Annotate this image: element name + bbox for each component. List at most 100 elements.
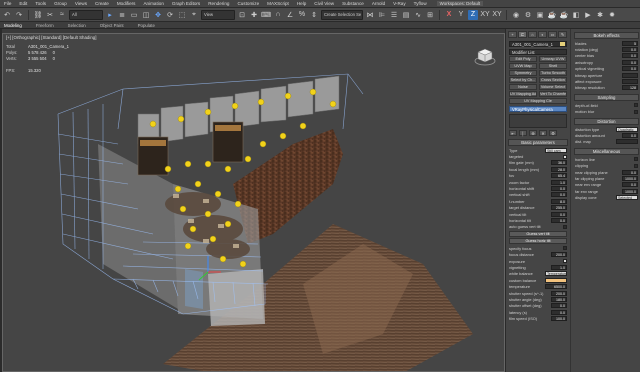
menu-rendering[interactable]: Rendering bbox=[204, 1, 233, 6]
zoom-factor-field[interactable]: 1.0 bbox=[551, 179, 567, 185]
viewport[interactable]: [+] [Orthographic] [Standard] [Default S… bbox=[2, 33, 505, 372]
custom-balance-swatch[interactable] bbox=[545, 277, 567, 283]
render-icon[interactable]: ☕ bbox=[547, 10, 557, 20]
rotate-icon[interactable]: ⟳ bbox=[165, 10, 175, 20]
guess-vert-tilt-button[interactable]: Guess vert tilt bbox=[509, 231, 567, 238]
rollout-bokeh-effects[interactable]: Bokeh effects bbox=[574, 32, 639, 39]
display-cone-dropdown[interactable]: Selected bbox=[616, 195, 638, 201]
uv-mapping-add-button[interactable]: UV Mapping Add bbox=[509, 91, 537, 97]
tab-freeform[interactable]: Freeform bbox=[36, 23, 54, 28]
modifier-stack-item[interactable]: VRayPhysicalCamera bbox=[509, 106, 567, 112]
vray-frame-buffer-icon[interactable]: ◧ bbox=[571, 10, 581, 20]
near-clipping-plane-field[interactable]: 0.0 bbox=[622, 169, 638, 175]
undo-icon[interactable]: ↶ bbox=[2, 10, 12, 20]
horizon-line-checkbox[interactable] bbox=[634, 157, 638, 162]
vray-settings-icon[interactable]: ✱ bbox=[595, 10, 605, 20]
menu-substance[interactable]: Substance bbox=[338, 1, 368, 6]
menu-create[interactable]: Create bbox=[91, 1, 113, 6]
placement-icon[interactable]: ⌖ bbox=[189, 10, 199, 20]
specify-focus-checkbox[interactable] bbox=[563, 246, 567, 251]
focus-distance-field[interactable]: 200.0 bbox=[551, 252, 567, 258]
f-number-field[interactable]: 8.0 bbox=[551, 198, 567, 204]
object-color-swatch[interactable] bbox=[560, 42, 565, 46]
axis-z-button[interactable]: Z bbox=[468, 9, 478, 20]
rect-region-icon[interactable]: ▭ bbox=[129, 10, 139, 20]
keyboard-shortcut-icon[interactable]: ⌨ bbox=[261, 10, 271, 20]
far-clipping-plane-field[interactable]: 1000.0 bbox=[622, 175, 638, 181]
tab-populate[interactable]: Populate bbox=[138, 23, 155, 28]
viewport-label[interactable]: [+] [Orthographic] [Standard] [Default S… bbox=[6, 35, 96, 40]
guess-horiz-tilt-button[interactable]: Guess horiz tilt bbox=[509, 238, 567, 245]
targeted-checkbox[interactable] bbox=[563, 154, 567, 159]
modifier-button-shell[interactable]: Shell bbox=[539, 63, 567, 69]
fov-field[interactable]: 65.4 bbox=[551, 173, 567, 179]
viewcube-icon[interactable] bbox=[474, 46, 496, 68]
axis-x-button[interactable]: X bbox=[444, 10, 454, 20]
scale-icon[interactable]: ⬚ bbox=[177, 10, 187, 20]
material-editor-icon[interactable]: ◉ bbox=[511, 10, 521, 20]
clipping-checkbox[interactable] bbox=[634, 163, 638, 168]
camera-type-dropdown[interactable]: Still cam bbox=[545, 147, 567, 153]
percent-snap-icon[interactable]: % bbox=[297, 10, 307, 20]
named-selection-dropdown[interactable]: Create Selection Se bbox=[321, 9, 363, 20]
menu-file[interactable]: File bbox=[0, 1, 15, 6]
curve-editor-icon[interactable]: ∿ bbox=[413, 10, 423, 20]
snaps-toggle-icon[interactable]: ∩ bbox=[273, 10, 283, 20]
modifier-button-cross-section[interactable]: Cross Section bbox=[539, 77, 567, 83]
tab-create[interactable]: + bbox=[508, 31, 517, 38]
align-icon[interactable]: ⊫ bbox=[377, 10, 387, 20]
axis-xy-button[interactable]: XY bbox=[480, 10, 490, 20]
tab-motion[interactable]: ◐ bbox=[538, 31, 547, 38]
pivot-center-icon[interactable]: ⊡ bbox=[237, 10, 247, 20]
modifier-button-turbosmooth[interactable]: Turbo Smooth bbox=[539, 70, 567, 76]
manipulate-icon[interactable]: ✚ bbox=[249, 10, 259, 20]
rendered-frame-icon[interactable]: ▣ bbox=[535, 10, 545, 20]
menu-graph-editors[interactable]: Graph Editors bbox=[168, 1, 204, 6]
modifier-button-select-by-channel[interactable]: Select by Ch... bbox=[509, 77, 537, 83]
uv-mapping-clear-button[interactable]: UV Mapping Cle bbox=[509, 98, 567, 104]
selection-filter-dropdown[interactable]: All bbox=[69, 9, 103, 20]
menu-views[interactable]: Views bbox=[71, 1, 91, 6]
axis-xy-lock-button[interactable]: XY bbox=[492, 10, 502, 20]
shutter-speed-s-1-field[interactable]: 200.0 bbox=[551, 290, 567, 296]
make-unique-icon[interactable]: ⊕ bbox=[529, 130, 537, 136]
exposure-checkbox[interactable] bbox=[563, 259, 567, 264]
menu-arnold[interactable]: Arnold bbox=[368, 1, 389, 6]
rollout-sampling[interactable]: Sampling bbox=[574, 94, 639, 102]
vignetting-field[interactable]: 1.0 bbox=[551, 264, 567, 270]
horizontal-tilt-field[interactable]: 0.0 bbox=[551, 217, 567, 223]
white-balance-dropdown[interactable]: Temperature bbox=[545, 271, 567, 277]
modifier-button-noise[interactable]: Noise bbox=[509, 84, 537, 90]
toggle-ribbon-icon[interactable]: ▤ bbox=[401, 10, 411, 20]
menu-edit[interactable]: Edit bbox=[15, 1, 31, 6]
tab-modeling[interactable]: Modeling bbox=[4, 23, 22, 28]
modifier-button-edit-poly[interactable]: Edit Poly bbox=[509, 56, 537, 62]
menu-customize[interactable]: Customize bbox=[233, 1, 263, 6]
vertical-tilt-field[interactable]: 0.0 bbox=[551, 211, 567, 217]
menu-tyflow[interactable]: Tyflow bbox=[410, 1, 431, 6]
tab-selection[interactable]: Selection bbox=[68, 23, 86, 28]
shutter-offset-deg-field[interactable]: 0.0 bbox=[551, 303, 567, 309]
select-by-name-icon[interactable]: ≣ bbox=[117, 10, 127, 20]
show-end-result-icon[interactable]: │ bbox=[519, 130, 527, 136]
menu-help[interactable]: Help bbox=[293, 1, 310, 6]
angle-snap-icon[interactable]: ∠ bbox=[285, 10, 295, 20]
bitmap-resolution-field[interactable]: 128 bbox=[622, 85, 638, 91]
modifier-stack-area[interactable] bbox=[509, 114, 567, 128]
render-iterative-icon[interactable]: ☕ bbox=[559, 10, 569, 20]
modifier-list-dropdown[interactable]: Modifier List bbox=[509, 49, 567, 55]
target-distance-field[interactable]: 255.0 bbox=[551, 205, 567, 211]
workspace-dropdown[interactable]: Workspaces: Default bbox=[436, 1, 484, 6]
rollout-distortion[interactable]: Distortion bbox=[574, 117, 639, 125]
modifier-button-symmetry[interactable]: Symmetry bbox=[509, 70, 537, 76]
pin-stack-icon[interactable]: ⇤ bbox=[509, 130, 517, 136]
tab-hierarchy[interactable]: ⌂ bbox=[528, 31, 537, 38]
film-speed-iso-field[interactable]: 100.0 bbox=[551, 316, 567, 322]
move-icon[interactable]: ✥ bbox=[153, 10, 163, 20]
rollout-basic-parameters[interactable]: Basic parameters bbox=[508, 139, 568, 146]
bitmap-aperture-field[interactable] bbox=[622, 72, 638, 78]
center-bias-field[interactable]: 0.0 bbox=[622, 53, 638, 59]
motion-blur-checkbox[interactable] bbox=[634, 109, 638, 114]
auto-guess-vert-tilt-checkbox[interactable] bbox=[563, 224, 567, 229]
layer-explorer-icon[interactable]: ☰ bbox=[389, 10, 399, 20]
